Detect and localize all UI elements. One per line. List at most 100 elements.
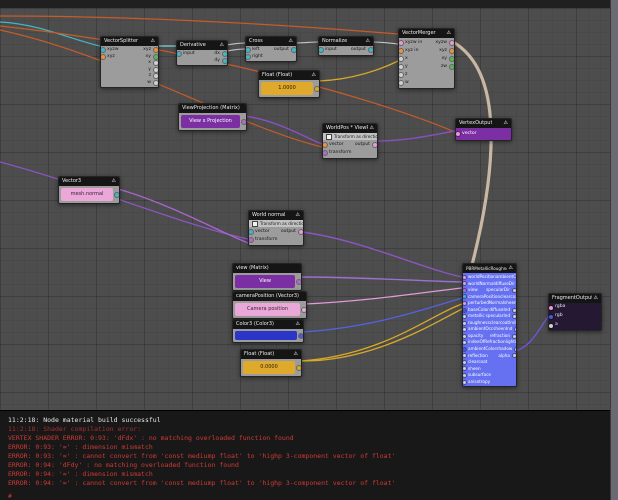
output-port[interactable]: [315, 86, 319, 91]
output-port[interactable]: [513, 315, 516, 319]
output-port[interactable]: [512, 334, 516, 338]
input-port[interactable]: [463, 282, 466, 286]
node-header[interactable]: Float (Float) ⚠: [259, 71, 319, 80]
vector3-source-button[interactable]: mesh.normal: [61, 188, 113, 201]
output-port[interactable]: [222, 58, 227, 63]
output-port[interactable]: [449, 65, 454, 69]
input-port[interactable]: [549, 323, 553, 328]
wire[interactable]: [304, 287, 463, 305]
node-float-zero[interactable]: Float (Float) ⚠ 0.0000: [240, 349, 302, 377]
output-port[interactable]: [372, 143, 377, 147]
input-port[interactable]: [463, 347, 466, 351]
wire[interactable]: [317, 60, 399, 82]
input-port[interactable]: [463, 308, 466, 312]
node-pbr-metallic-roughness[interactable]: PBRMetallicRoughness ⚠ worldPosition amb…: [462, 263, 517, 388]
node-header[interactable]: Color3 (Color3) ⚠: [233, 320, 303, 329]
input-port[interactable]: [549, 314, 553, 319]
wire[interactable]: [225, 42, 246, 46]
wire[interactable]: [299, 303, 463, 362]
input-port[interactable]: [463, 373, 466, 377]
wire[interactable]: [0, 161, 249, 240]
node-header[interactable]: FragmentOutput ⚠: [549, 294, 601, 303]
output-port[interactable]: [515, 328, 516, 332]
output-port[interactable]: [153, 80, 158, 85]
input-port[interactable]: [249, 238, 253, 242]
node-vector3-input[interactable]: Vector3 ⚠ mesh.normal: [58, 176, 120, 204]
node-header[interactable]: VertexOutput ⚠: [456, 119, 511, 128]
input-port[interactable]: [399, 65, 403, 69]
input-port[interactable]: [456, 132, 460, 136]
node-normalize[interactable]: Normalize ⚠ input output: [318, 36, 374, 56]
output-port[interactable]: [513, 288, 516, 292]
node-header[interactable]: cameraPosition (Vector3): [233, 292, 306, 301]
input-port[interactable]: [463, 275, 466, 279]
node-view-matrix[interactable]: view (Matrix) View: [232, 263, 302, 291]
output-port[interactable]: [515, 347, 516, 351]
node-header[interactable]: ViewProjection (Matrix): [179, 104, 246, 113]
wire[interactable]: [301, 231, 463, 278]
camera-position-button[interactable]: Camera position: [235, 303, 300, 316]
input-port[interactable]: [246, 54, 250, 59]
input-port[interactable]: [463, 380, 466, 384]
input-port[interactable]: [463, 354, 466, 358]
output-port[interactable]: [297, 279, 301, 284]
output-port[interactable]: [299, 333, 303, 338]
output-port[interactable]: [513, 308, 516, 312]
node-header[interactable]: VectorSplitter ⚠: [101, 37, 158, 46]
output-port[interactable]: [291, 48, 296, 53]
input-port[interactable]: [319, 48, 323, 53]
wire[interactable]: [294, 41, 319, 44]
wire[interactable]: [371, 41, 399, 45]
output-port[interactable]: [223, 52, 227, 57]
output-port[interactable]: [154, 48, 158, 53]
output-port[interactable]: [512, 354, 516, 358]
wire[interactable]: [225, 48, 246, 52]
output-port[interactable]: [297, 365, 301, 370]
node-world-normal[interactable]: World normal ⚠ Transform as direction ve…: [248, 210, 304, 246]
input-port[interactable]: [463, 321, 466, 325]
input-port[interactable]: [249, 230, 253, 234]
output-port[interactable]: [449, 49, 454, 53]
node-camera-position[interactable]: cameraPosition (Vector3) Camera position: [232, 291, 307, 319]
input-port[interactable]: [549, 305, 553, 310]
node-graph-canvas[interactable]: VectorSplitter ⚠ xyzw xyz xyz xy x y z w…: [0, 8, 610, 410]
output-port[interactable]: [368, 48, 373, 53]
node-color3[interactable]: Color3 (Color3) ⚠: [232, 319, 304, 343]
transform-as-direction-toggle[interactable]: Transform as direction: [323, 133, 377, 140]
node-header[interactable]: Cross ⚠: [246, 37, 296, 46]
output-port[interactable]: [153, 74, 158, 79]
node-header[interactable]: Float (Float) ⚠: [241, 350, 301, 359]
node-fragment-output[interactable]: FragmentOutput ⚠ rgba rgb a: [548, 293, 602, 331]
wire[interactable]: [0, 15, 399, 35]
node-cross[interactable]: Cross ⚠ left output right: [245, 36, 297, 62]
wire[interactable]: [117, 188, 249, 244]
wire[interactable]: [375, 130, 456, 142]
output-port[interactable]: [302, 307, 306, 312]
output-port[interactable]: [153, 54, 158, 59]
wire[interactable]: [451, 40, 493, 293]
node-view-projection[interactable]: ViewProjection (Matrix) View x Projectio…: [178, 103, 247, 131]
input-port[interactable]: [101, 54, 105, 59]
node-derivative[interactable]: Derivative ⚠ input dx dy: [176, 40, 228, 66]
float-value-button[interactable]: 1.0000: [261, 82, 313, 95]
node-header[interactable]: World normal ⚠: [249, 211, 303, 220]
wire[interactable]: [299, 276, 463, 283]
input-port[interactable]: [323, 151, 327, 155]
node-header[interactable]: PBRMetallicRoughness ⚠: [463, 264, 516, 273]
node-worldpos-transform[interactable]: WorldPos * ViewPr... ⚠ Transform as dire…: [322, 123, 378, 159]
input-port[interactable]: [463, 301, 466, 305]
node-header[interactable]: Normalize ⚠: [319, 37, 373, 46]
input-port[interactable]: [177, 52, 181, 57]
console-log[interactable]: 11:2:18: Node material build successful …: [0, 410, 610, 500]
input-port[interactable]: [399, 41, 403, 45]
node-header[interactable]: Derivative ⚠: [177, 41, 227, 50]
scrollbar[interactable]: [610, 0, 618, 500]
input-port[interactable]: [463, 315, 466, 319]
node-header[interactable]: view (Matrix): [233, 264, 301, 273]
input-port[interactable]: [323, 143, 327, 147]
node-vector-merger[interactable]: VectorMerger ⚠ xyzw in xyzw xyz in xyz x…: [398, 28, 455, 89]
node-header[interactable]: WorldPos * ViewPr... ⚠: [323, 124, 377, 133]
float-value-button[interactable]: 0.0000: [243, 361, 295, 374]
wire[interactable]: [299, 308, 463, 362]
input-port[interactable]: [463, 334, 466, 338]
